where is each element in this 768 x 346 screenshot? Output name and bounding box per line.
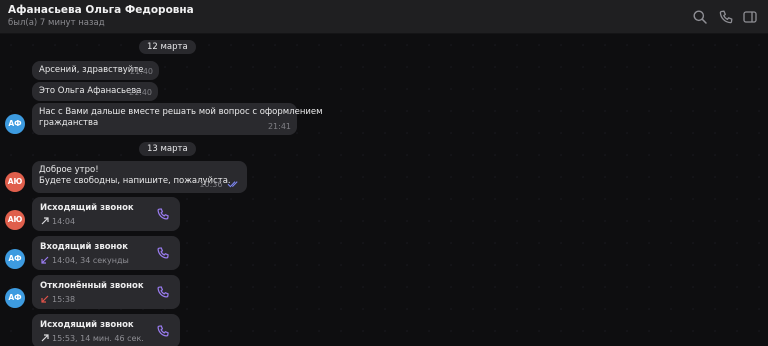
call-title: Входящий звонок [40, 242, 129, 252]
avatar[interactable]: АФ [5, 288, 25, 308]
call-title: Отклонённый звонок [40, 281, 144, 291]
call-time: 14:04 [52, 217, 76, 226]
read-check-icon [227, 180, 241, 188]
incoming-arrow-icon [40, 255, 50, 265]
chat-header: Афанасьева Ольга Федоровна был(а) 7 мину… [0, 0, 768, 34]
call-back-phone-icon[interactable] [156, 207, 170, 221]
message-time: 21:40 [128, 88, 152, 97]
message-bubble[interactable]: Нас с Вами дальше вместе решать мой вопр… [32, 103, 323, 135]
outgoing-arrow-icon [40, 216, 50, 226]
date-separator: 13 марта [139, 142, 196, 156]
message-area[interactable]: 12 марта Арсений, здравствуйте 21:40 Это… [0, 34, 768, 346]
message-bubble[interactable]: Арсений, здравствуйте 21:40 [32, 61, 159, 80]
message-bubble[interactable]: Доброе утро! Будете свободны, напишите, … [32, 161, 247, 193]
call-back-phone-icon[interactable] [156, 246, 170, 260]
sidebar-toggle-icon[interactable] [742, 9, 758, 25]
message-text-line: Нас с Вами дальше вместе решать мой вопр… [39, 107, 323, 117]
chat-title[interactable]: Афанасьева Ольга Федоровна [8, 4, 194, 16]
call-bubble[interactable]: Отклонённый звонок 15:38 [32, 275, 180, 309]
declined-arrow-icon [40, 294, 50, 304]
date-separator: 12 марта [139, 40, 196, 54]
call-back-phone-icon[interactable] [156, 324, 170, 338]
message-text-line: гражданства [39, 118, 99, 128]
avatar[interactable]: АФ [5, 249, 25, 269]
call-bubble[interactable]: Входящий звонок 14:04, 34 секунды [32, 236, 180, 270]
message-text: Арсений, здравствуйте [39, 65, 144, 75]
message-bubble[interactable]: Это Ольга Афанасьева 21:40 [32, 82, 158, 101]
outgoing-arrow-icon [40, 333, 50, 343]
message-time: 10:36 [199, 180, 223, 189]
last-seen-status: был(а) 7 минут назад [8, 18, 105, 28]
message-text: Это Ольга Афанасьева [39, 86, 142, 96]
call-bubble[interactable]: Исходящий звонок 14:04 [32, 197, 180, 231]
phone-icon[interactable] [718, 9, 734, 25]
call-back-phone-icon[interactable] [156, 285, 170, 299]
avatar[interactable]: АФ [5, 114, 25, 134]
call-title: Исходящий звонок [40, 203, 134, 213]
call-title: Исходящий звонок [40, 320, 134, 330]
call-time: 15:53, 14 мин. 46 сек. [52, 334, 144, 343]
message-time: 21:40 [129, 67, 153, 76]
avatar[interactable]: АЮ [5, 172, 25, 192]
message-text-line: Доброе утро! [39, 165, 99, 175]
call-bubble[interactable]: Исходящий звонок 15:53, 14 мин. 46 сек. [32, 314, 180, 346]
search-icon[interactable] [692, 9, 708, 25]
call-time: 15:38 [52, 295, 76, 304]
call-time: 14:04, 34 секунды [52, 256, 129, 265]
message-time: 21:41 [267, 122, 291, 131]
avatar[interactable]: АЮ [5, 210, 25, 230]
